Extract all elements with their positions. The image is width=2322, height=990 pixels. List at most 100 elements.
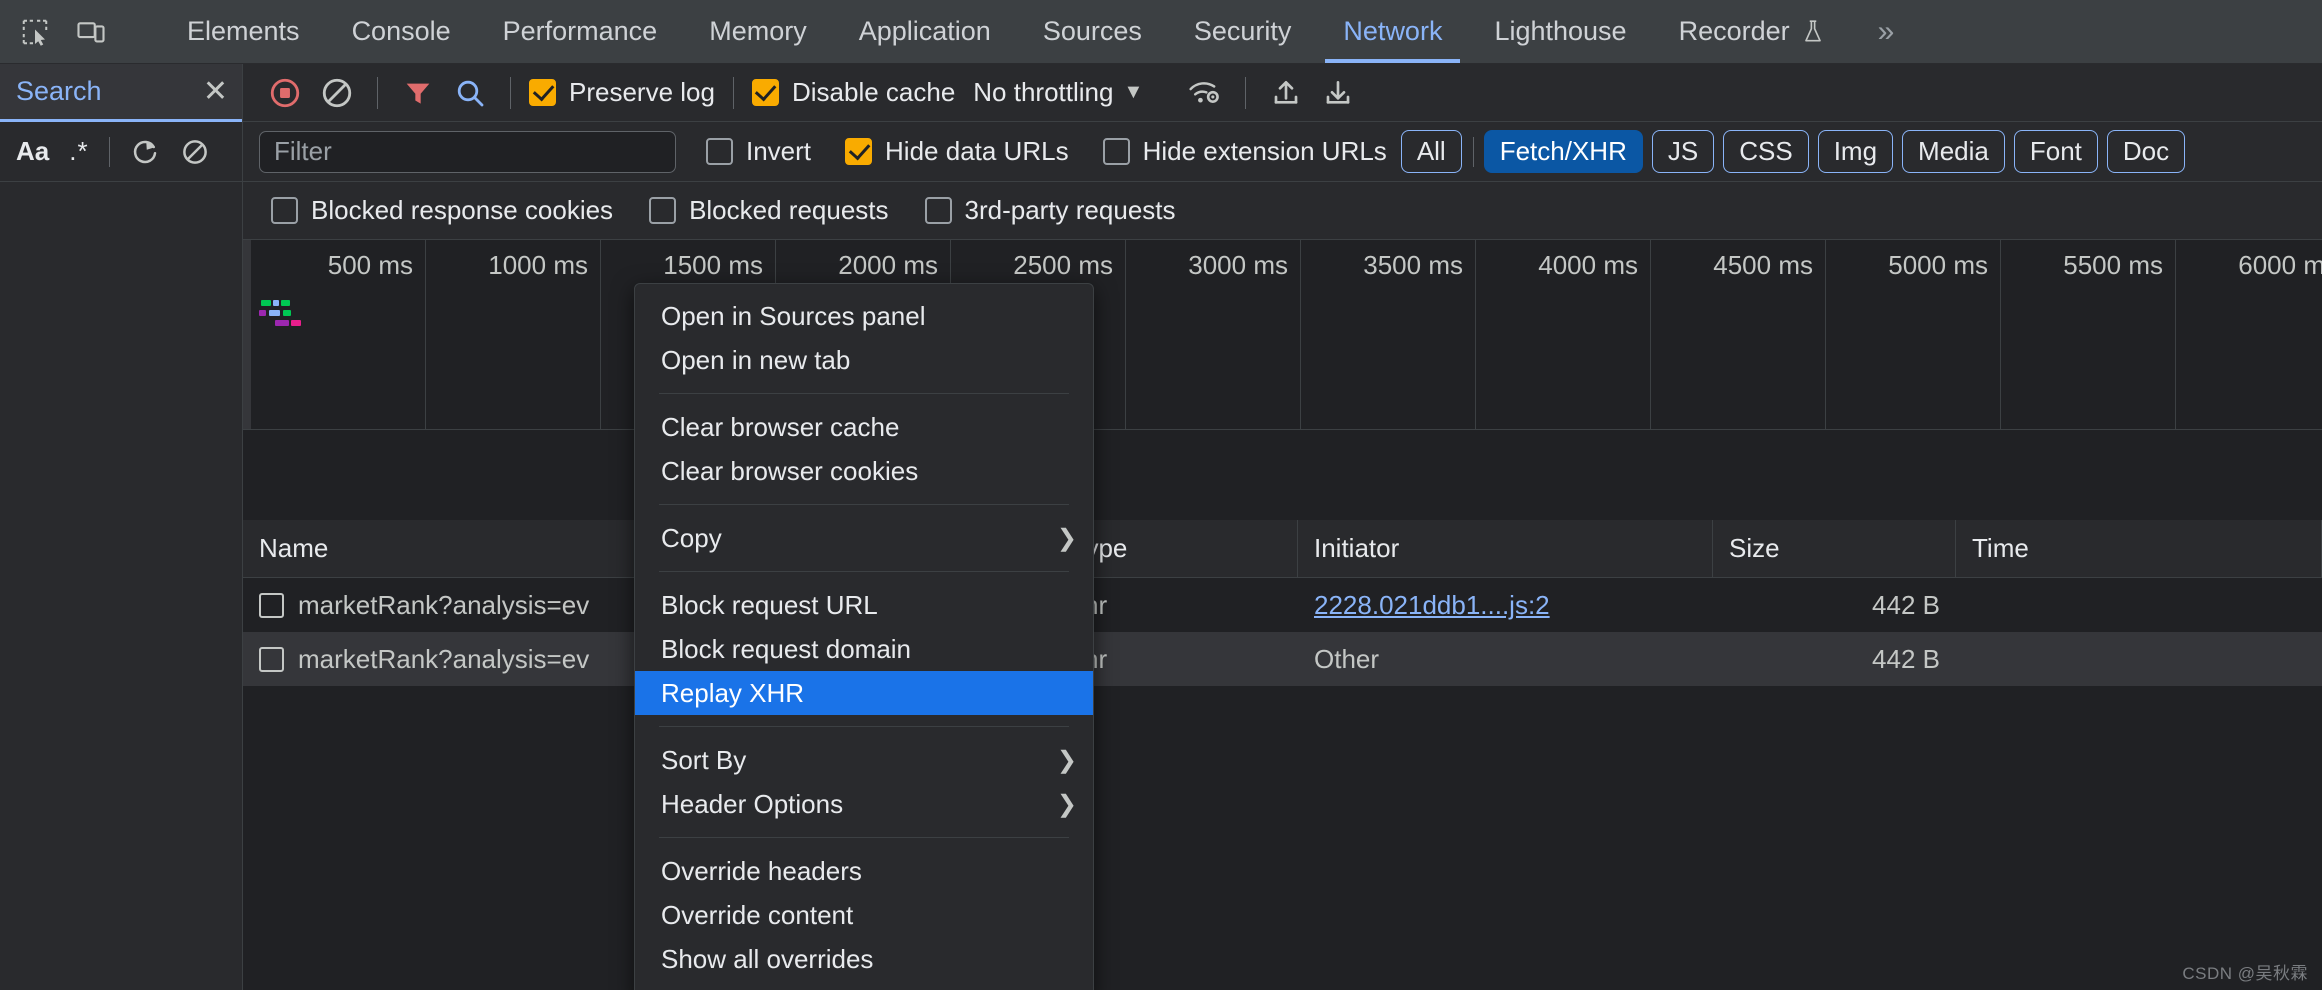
- clear-network-log-icon[interactable]: [311, 67, 363, 119]
- inspect-element-icon[interactable]: [18, 15, 52, 49]
- tick-label: 1500 ms: [663, 250, 763, 280]
- blocked-response-cookies-checkbox[interactable]: Blocked response cookies: [267, 195, 617, 226]
- tab-performance[interactable]: Performance: [477, 0, 684, 63]
- clear-icon[interactable]: [180, 137, 210, 167]
- menu-item-label: Override content: [661, 899, 854, 930]
- device-toolbar-icon[interactable]: [74, 15, 108, 49]
- type-filter-js[interactable]: JS: [1651, 130, 1715, 173]
- type-filter-css[interactable]: CSS: [1723, 130, 1809, 173]
- menu-item-override-headers[interactable]: Override headers: [635, 849, 1093, 893]
- menu-item-label: Header Options: [661, 788, 844, 819]
- filter-input[interactable]: [259, 130, 676, 173]
- search-icon[interactable]: [444, 67, 496, 119]
- menu-item-clear-browser-cache[interactable]: Clear browser cache: [635, 405, 1093, 449]
- tab-lighthouse[interactable]: Lighthouse: [1468, 0, 1652, 63]
- chevron-down-icon[interactable]: ▼: [1123, 81, 1151, 104]
- menu-item-show-all-overrides[interactable]: Show all overrides: [635, 937, 1093, 981]
- import-har-icon[interactable]: [1260, 67, 1312, 119]
- checkbox-box: [271, 197, 298, 224]
- type-filter-font[interactable]: Font: [2013, 130, 2098, 173]
- blocked-requests-label: Blocked requests: [689, 195, 889, 225]
- timeline-ruler: 500 ms 1000 ms 1500 ms 2000 ms 2500 ms 3…: [251, 240, 2322, 429]
- flask-icon: [1800, 19, 1826, 45]
- tick-label: 3000 ms: [1188, 250, 1288, 280]
- table-row[interactable]: marketRank?analysis=ev 00 xhr 2228.021dd…: [243, 578, 2322, 632]
- blocked-requests-checkbox[interactable]: Blocked requests: [645, 195, 892, 226]
- tab-sources[interactable]: Sources: [1017, 0, 1168, 63]
- request-name: marketRank?analysis=ev: [298, 643, 590, 674]
- menu-item-clear-browser-cookies[interactable]: Clear browser cookies: [635, 449, 1093, 493]
- menu-item-open-in-sources-panel[interactable]: Open in Sources panel: [635, 294, 1093, 338]
- tab-elements[interactable]: Elements: [161, 0, 326, 63]
- tick-label: 6000 ms: [2238, 250, 2322, 280]
- devtools-tabbar: Elements Console Performance Memory Appl…: [0, 0, 2322, 64]
- panel-tabs: Elements Console Performance Memory Appl…: [161, 0, 1852, 63]
- regex-icon[interactable]: .*: [69, 136, 88, 167]
- menu-item-label: Block request domain: [661, 633, 912, 664]
- menu-item-copy[interactable]: Copy ❯: [635, 516, 1093, 560]
- column-header-size[interactable]: Size: [1713, 520, 1956, 577]
- menu-item-label: Override headers: [661, 855, 862, 886]
- column-header-time[interactable]: Time: [1956, 520, 2322, 577]
- network-filter-bar-secondary: Blocked response cookies Blocked request…: [243, 182, 2322, 240]
- requests-table-header: Name Status Type Initiator Size Time: [243, 520, 2322, 578]
- match-case-icon[interactable]: Aa: [16, 136, 49, 167]
- network-overview-timeline[interactable]: 500 ms 1000 ms 1500 ms 2000 ms 2500 ms 3…: [243, 240, 2322, 430]
- menu-item-header-options[interactable]: Header Options ❯: [635, 782, 1093, 826]
- request-context-menu: Open in Sources panel Open in new tab Cl…: [634, 283, 1094, 990]
- initiator-link[interactable]: 2228.021ddb1....js:2: [1314, 590, 1550, 621]
- tab-application[interactable]: Application: [833, 0, 1017, 63]
- tab-security[interactable]: Security: [1168, 0, 1318, 63]
- wifi-gear-icon[interactable]: [1179, 67, 1231, 119]
- tab-label: Security: [1193, 16, 1292, 46]
- export-har-icon[interactable]: [1312, 67, 1364, 119]
- cell-initiator[interactable]: 2228.021ddb1....js:2: [1298, 578, 1713, 632]
- hide-extension-urls-checkbox[interactable]: Hide extension URLs: [1099, 136, 1391, 167]
- preserve-log-checkbox[interactable]: Preserve log: [525, 77, 719, 108]
- menu-separator: [659, 726, 1069, 727]
- disable-cache-checkbox[interactable]: Disable cache: [748, 77, 959, 108]
- chevron-right-icon: ❯: [1056, 790, 1077, 818]
- third-party-requests-checkbox[interactable]: 3rd-party requests: [921, 195, 1180, 226]
- close-icon[interactable]: ✕: [203, 76, 228, 107]
- filter-funnel-icon[interactable]: [392, 67, 444, 119]
- column-header-initiator[interactable]: Initiator: [1298, 520, 1713, 577]
- menu-item-label: Show all overrides: [661, 943, 874, 974]
- record-stop-icon[interactable]: [259, 67, 311, 119]
- cell-time: [1956, 632, 2322, 686]
- tab-network[interactable]: Network: [1317, 0, 1468, 63]
- type-filter-img[interactable]: Img: [1817, 130, 1894, 173]
- menu-item-sort-by[interactable]: Sort By ❯: [635, 738, 1093, 782]
- menu-item-label: Clear browser cookies: [661, 455, 919, 486]
- tab-console[interactable]: Console: [326, 0, 477, 63]
- refresh-icon[interactable]: [130, 137, 160, 167]
- type-filter-divider: [1472, 136, 1474, 167]
- network-filter-bar: Invert Hide data URLs Hide extension URL…: [243, 122, 2322, 182]
- table-row[interactable]: marketRank?analysis=ev 00 xhr Other 442 …: [243, 632, 2322, 686]
- disable-cache-label: Disable cache: [791, 77, 956, 107]
- menu-item-override-content[interactable]: Override content: [635, 893, 1093, 937]
- type-filter-media[interactable]: Media: [1902, 130, 2005, 173]
- type-filter-all[interactable]: All: [1400, 130, 1462, 173]
- menu-item-block-request-domain[interactable]: Block request domain: [635, 627, 1093, 671]
- checkbox-box: [706, 138, 733, 165]
- row-checkbox[interactable]: [259, 646, 284, 672]
- invert-checkbox[interactable]: Invert: [702, 136, 815, 167]
- toolbar-divider: [377, 76, 378, 109]
- menu-item-open-in-new-tab[interactable]: Open in new tab: [635, 338, 1093, 382]
- menu-item-block-request-url[interactable]: Block request URL: [635, 583, 1093, 627]
- overview-bar: [291, 320, 301, 326]
- hide-data-urls-checkbox[interactable]: Hide data URLs: [841, 136, 1073, 167]
- type-filter-doc[interactable]: Doc: [2106, 130, 2186, 173]
- type-filter-fetch-xhr[interactable]: Fetch/XHR: [1483, 130, 1643, 173]
- more-tabs-button[interactable]: »: [1852, 0, 1921, 63]
- tab-memory[interactable]: Memory: [683, 0, 833, 63]
- throttling-select[interactable]: No throttling: [959, 77, 1123, 108]
- tick-label: 5500 ms: [2063, 250, 2163, 280]
- tab-recorder[interactable]: Recorder: [1653, 0, 1852, 63]
- tick-label: 2000 ms: [838, 250, 938, 280]
- tab-label: Network: [1343, 16, 1443, 46]
- sidebar-tools-divider: [108, 136, 110, 167]
- menu-item-replay-xhr[interactable]: Replay XHR: [635, 671, 1093, 715]
- row-checkbox[interactable]: [259, 592, 284, 618]
